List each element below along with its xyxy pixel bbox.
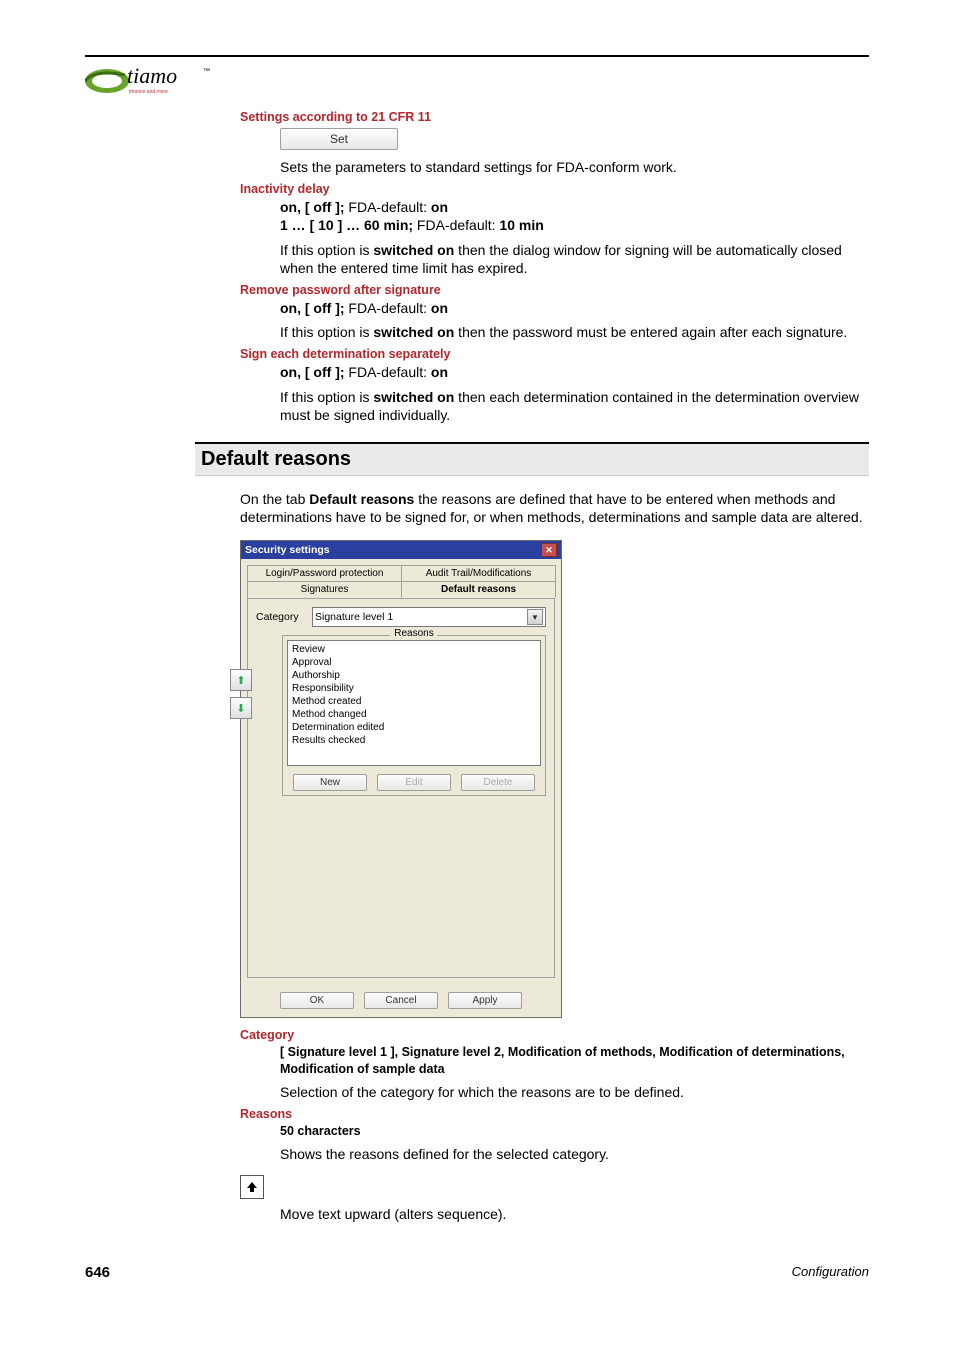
brand-logo: tiamo ™ titration and more — [85, 59, 869, 100]
category-combo[interactable]: Signature level 1 ▼ — [312, 607, 546, 627]
def-reasons-options: 50 characters — [280, 1123, 869, 1139]
inactivity-desc: If this option is switched on then the d… — [280, 241, 869, 277]
inactivity-options-2: 1 … [ 10 ] … 60 min; FDA-default: 10 min — [280, 216, 869, 234]
list-item[interactable]: Method created — [292, 695, 536, 708]
def-reasons-desc: Shows the reasons defined for the select… — [280, 1145, 869, 1163]
edit-button[interactable]: Edit — [377, 774, 451, 791]
svg-text:tiamo: tiamo — [127, 63, 177, 88]
svg-text:titration and more: titration and more — [129, 89, 168, 95]
list-item[interactable]: Approval — [292, 656, 536, 669]
cancel-button[interactable]: Cancel — [364, 992, 438, 1009]
move-down-icon[interactable]: ⬇ — [230, 697, 252, 719]
ok-button[interactable]: OK — [280, 992, 354, 1009]
chapter-label: Configuration — [792, 1264, 869, 1281]
arrow-up-icon — [240, 1175, 264, 1199]
inactivity-options-1: on, [ off ]; FDA-default: on — [280, 198, 869, 216]
list-item[interactable]: Method changed — [292, 708, 536, 721]
list-item[interactable]: Authorship — [292, 669, 536, 682]
remove-options: on, [ off ]; FDA-default: on — [280, 299, 869, 317]
sign-desc: If this option is switched on then each … — [280, 388, 869, 424]
security-settings-dialog: Security settings ✕ Login/Password prote… — [240, 540, 562, 1018]
category-value: Signature level 1 — [315, 611, 393, 623]
heading-cfr: Settings according to 21 CFR 11 — [240, 110, 869, 124]
close-icon[interactable]: ✕ — [541, 543, 557, 557]
remove-desc: If this option is switched on then the p… — [280, 323, 869, 341]
page-number: 646 — [85, 1264, 110, 1281]
def-category-title: Category — [240, 1028, 869, 1042]
tab-signatures[interactable]: Signatures — [247, 581, 402, 598]
new-button[interactable]: New — [293, 774, 367, 791]
delete-button[interactable]: Delete — [461, 774, 535, 791]
set-button[interactable]: Set — [280, 128, 398, 150]
list-item[interactable]: Results checked — [292, 734, 536, 747]
chevron-down-icon[interactable]: ▼ — [527, 609, 543, 625]
section-default-reasons: Default reasons — [195, 442, 869, 476]
move-up-icon[interactable]: ⬆ — [230, 669, 252, 691]
list-item[interactable]: Responsibility — [292, 682, 536, 695]
default-reasons-intro: On the tab Default reasons the reasons a… — [240, 490, 869, 526]
dialog-title: Security settings — [245, 544, 330, 556]
heading-remove-password: Remove password after signature — [240, 283, 869, 297]
tab-login[interactable]: Login/Password protection — [247, 565, 402, 581]
category-label: Category — [256, 611, 306, 623]
tab-audit[interactable]: Audit Trail/Modifications — [401, 565, 556, 581]
def-category-desc: Selection of the category for which the … — [280, 1083, 869, 1101]
list-item[interactable]: Determination edited — [292, 721, 536, 734]
reasons-listbox[interactable]: Review Approval Authorship Responsibilit… — [287, 640, 541, 766]
set-description: Sets the parameters to standard settings… — [280, 158, 869, 176]
tab-default-reasons[interactable]: Default reasons — [401, 581, 556, 598]
heading-sign-separately: Sign each determination separately — [240, 347, 869, 361]
sign-options: on, [ off ]; FDA-default: on — [280, 363, 869, 381]
reasons-group-label: Reasons — [390, 628, 437, 639]
list-item[interactable]: Review — [292, 643, 536, 656]
def-reasons-title: Reasons — [240, 1107, 869, 1121]
arrow-desc: Move text upward (alters sequence). — [280, 1205, 869, 1223]
apply-button[interactable]: Apply — [448, 992, 522, 1009]
heading-inactivity: Inactivity delay — [240, 182, 869, 196]
def-category-options: [ Signature level 1 ], Signature level 2… — [280, 1044, 869, 1077]
svg-text:™: ™ — [203, 68, 210, 75]
